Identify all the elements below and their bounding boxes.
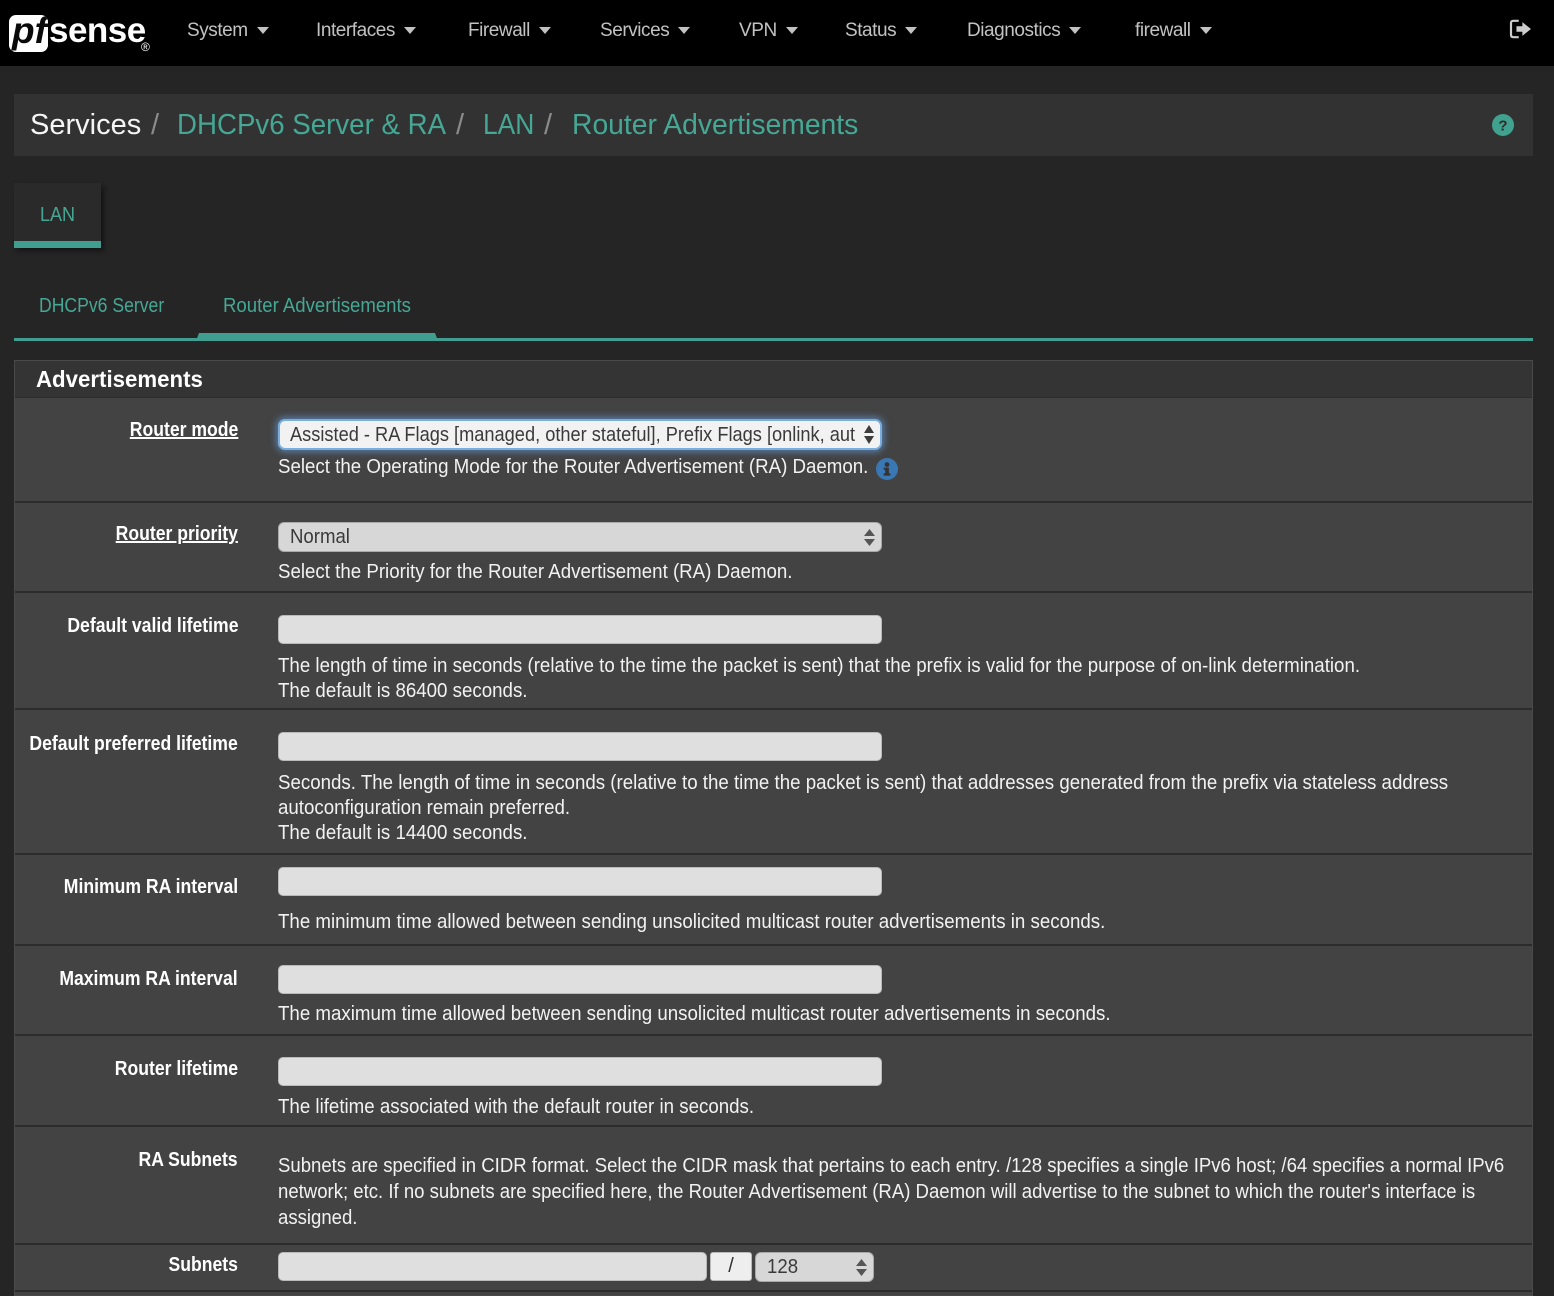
- svg-text:?: ?: [1498, 118, 1507, 135]
